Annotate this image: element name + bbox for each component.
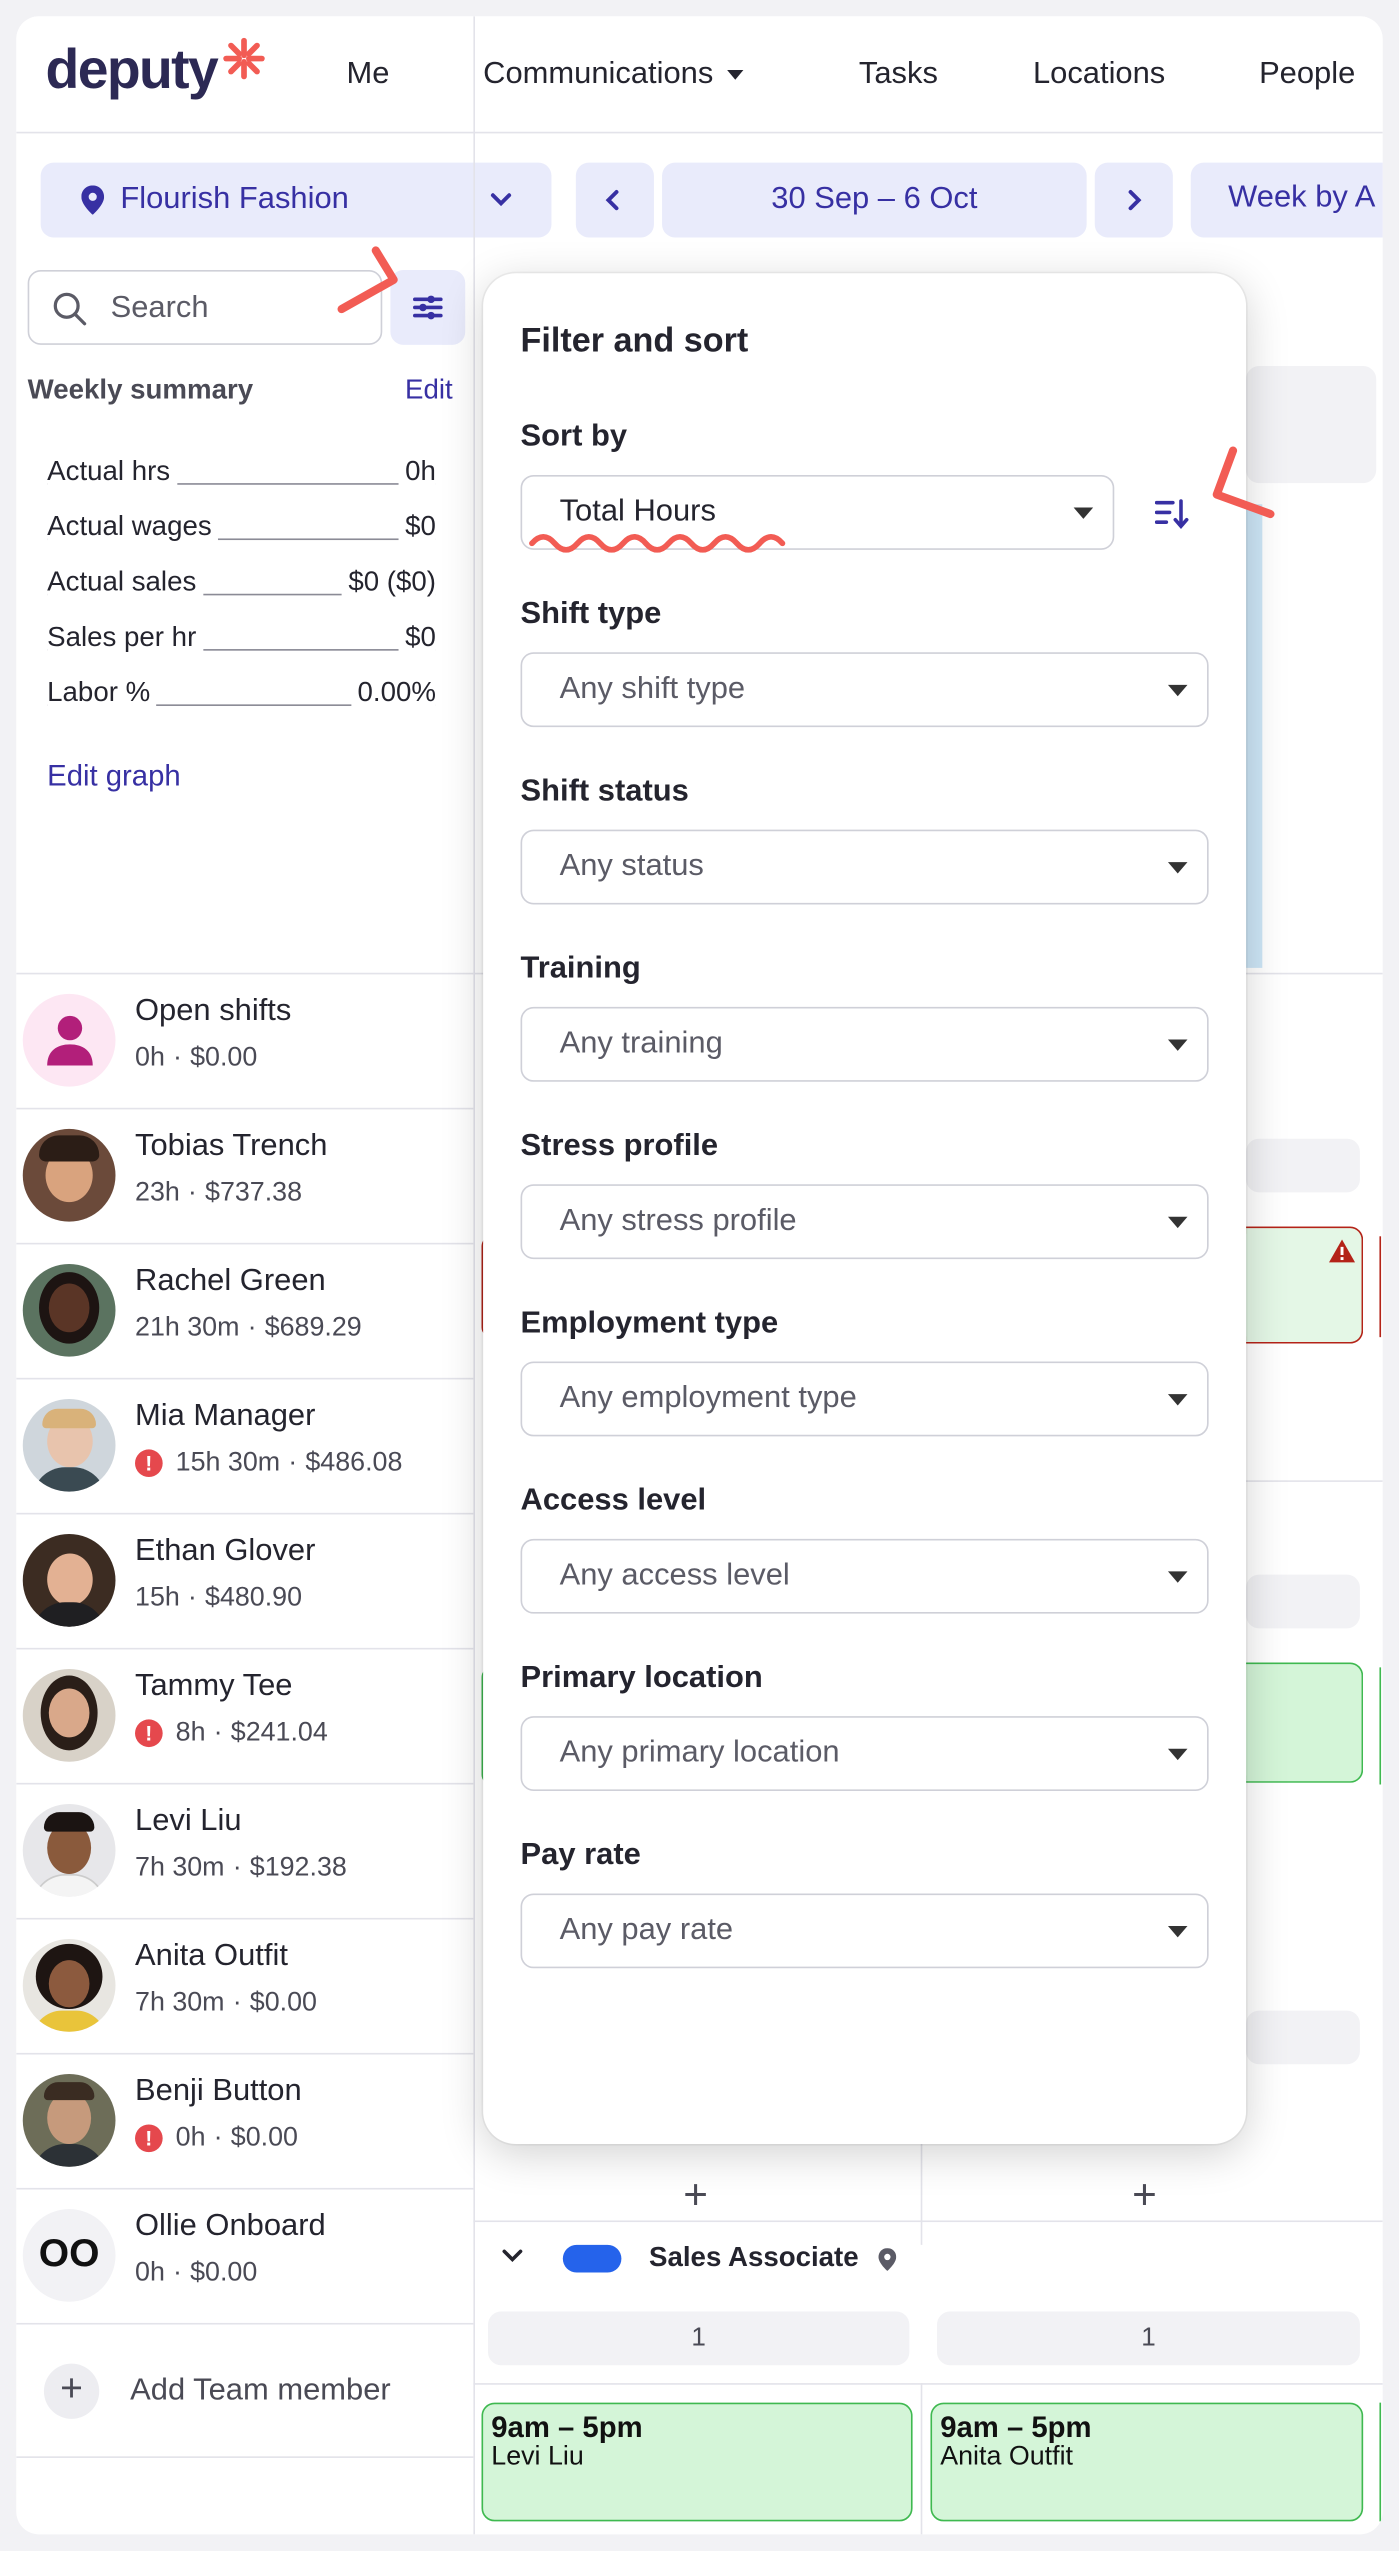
annotation-overlay — [337, 246, 1275, 553]
arrow-annotation — [1212, 446, 1275, 519]
arrow-annotation — [337, 246, 398, 314]
app-window: deputy Me Communications Tasks Locations… — [16, 16, 1383, 2535]
squiggle-underline-annotation — [529, 533, 786, 553]
app-root: deputy Me Communications Tasks Locations… — [0, 0, 1399, 2551]
